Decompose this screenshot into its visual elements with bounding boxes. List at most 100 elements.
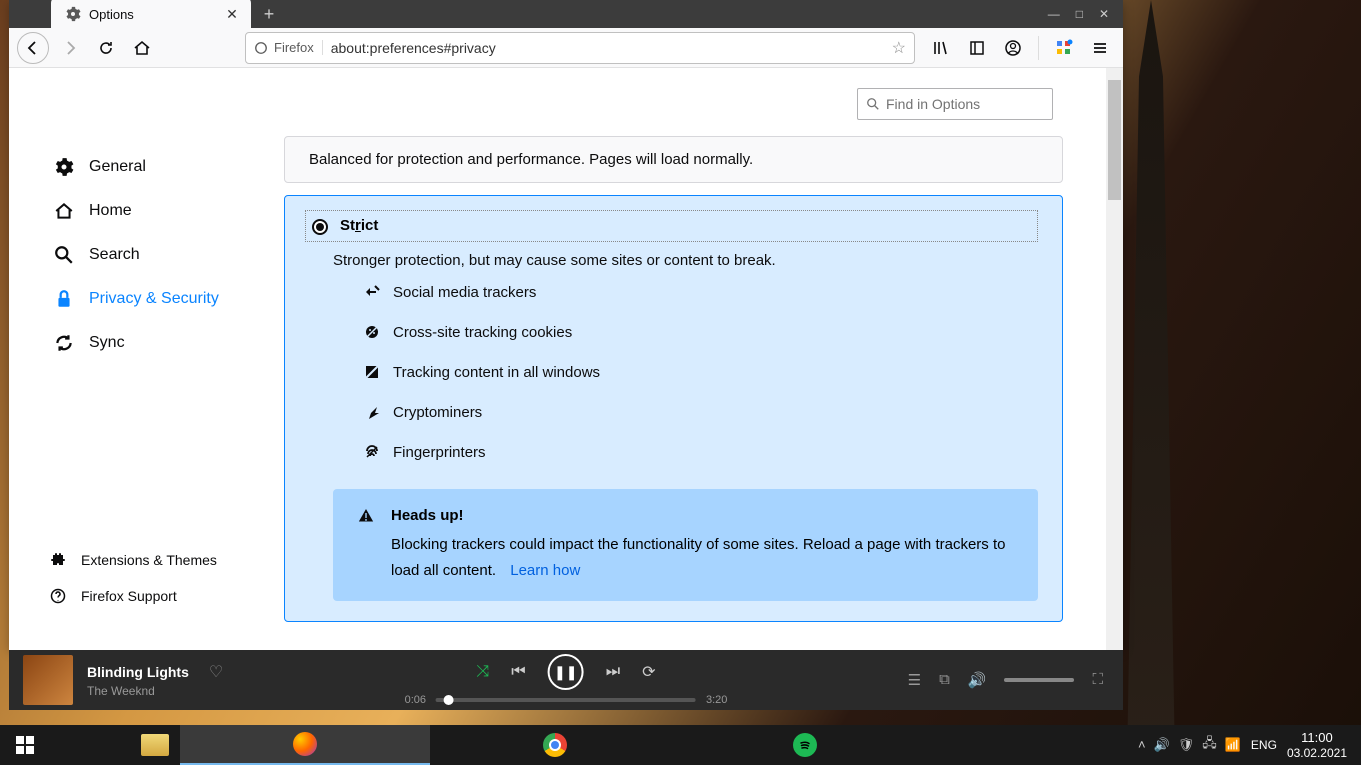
window-controls: — □ ✕ bbox=[1048, 7, 1119, 21]
learn-how-link[interactable]: Learn how bbox=[510, 562, 580, 579]
sync-icon bbox=[53, 332, 75, 354]
identity-label: Firefox bbox=[274, 40, 314, 55]
account-button[interactable] bbox=[998, 33, 1028, 63]
sidebar-button[interactable] bbox=[962, 33, 992, 63]
headsup-title: Heads up! bbox=[391, 507, 1014, 524]
taskbar-firefox[interactable] bbox=[180, 725, 430, 765]
warning-icon bbox=[357, 507, 377, 583]
identity-box[interactable]: Firefox bbox=[254, 40, 323, 55]
menu-button[interactable] bbox=[1085, 33, 1115, 63]
heart-icon[interactable]: ♡ bbox=[209, 662, 223, 682]
extension-button[interactable] bbox=[1049, 33, 1079, 63]
sidebar-label: Home bbox=[89, 202, 132, 220]
browser-tab[interactable]: Options ✕ bbox=[51, 0, 251, 31]
windows-taskbar: ˄ 🔊 🛡 🖧 📶 ENG 11:00 03.02.2021 bbox=[0, 725, 1361, 765]
tab-title: Options bbox=[89, 7, 215, 22]
queue-icon[interactable]: ☰ bbox=[908, 671, 921, 689]
media-player-bar: Blinding Lights ♡ The Weeknd ⤨ ⏮ ❚❚ ⏭ ⟳ … bbox=[9, 650, 1123, 710]
close-icon[interactable]: ✕ bbox=[1099, 7, 1109, 21]
volume-slider[interactable] bbox=[1004, 678, 1074, 682]
sidebar-label: Privacy & Security bbox=[89, 290, 219, 308]
search-icon bbox=[53, 244, 75, 266]
progress-track[interactable] bbox=[436, 698, 696, 702]
forward-button[interactable] bbox=[55, 33, 85, 63]
find-in-options[interactable]: Find in Options bbox=[857, 88, 1053, 120]
sidebar-item-general[interactable]: General bbox=[49, 148, 274, 186]
tray-wifi-icon[interactable]: 📶 bbox=[1225, 737, 1241, 753]
home-button[interactable] bbox=[127, 33, 157, 63]
gear-icon bbox=[65, 6, 81, 22]
radio-selected-icon[interactable] bbox=[312, 219, 328, 235]
firefox-support-link[interactable]: Firefox Support bbox=[49, 582, 274, 610]
content-scrollbar[interactable] bbox=[1106, 68, 1123, 650]
bookmark-star-icon[interactable]: ☆ bbox=[892, 38, 906, 58]
start-button[interactable] bbox=[0, 725, 50, 765]
sidebar-label: Sync bbox=[89, 334, 125, 352]
url-input[interactable] bbox=[331, 40, 884, 56]
next-track-icon[interactable]: ⏭ bbox=[606, 663, 620, 681]
list-item-crypto: Cryptominers bbox=[363, 403, 1038, 421]
tray-language[interactable]: ENG bbox=[1251, 738, 1277, 752]
fingerprint-icon bbox=[363, 443, 381, 461]
shuffle-icon[interactable]: ⤨ bbox=[476, 663, 489, 681]
headsup-notice: Heads up! Blocking trackers could impact… bbox=[333, 489, 1038, 601]
sidebar-label: Search bbox=[89, 246, 140, 264]
taskbar-file-explorer[interactable] bbox=[130, 725, 180, 765]
headsup-text: Blocking trackers could impact the funct… bbox=[391, 532, 1014, 583]
library-button[interactable] bbox=[926, 33, 956, 63]
extensions-themes-link[interactable]: Extensions & Themes bbox=[49, 546, 274, 574]
footer-label: Extensions & Themes bbox=[81, 552, 217, 568]
list-item-cookies: Cross-site tracking cookies bbox=[363, 323, 1038, 341]
cryptominer-icon bbox=[363, 403, 381, 421]
tab-close-icon[interactable]: ✕ bbox=[223, 5, 241, 23]
repeat-icon[interactable]: ⟳ bbox=[642, 662, 655, 682]
cookie-icon bbox=[363, 323, 381, 341]
window-titlebar[interactable]: Options ✕ + — □ ✕ bbox=[9, 0, 1123, 28]
gear-icon bbox=[53, 156, 75, 178]
album-art[interactable] bbox=[23, 655, 73, 705]
scrollbar-thumb[interactable] bbox=[1108, 80, 1121, 200]
puzzle-icon bbox=[49, 552, 67, 568]
strict-protection-card[interactable]: Strict Stronger protection, but may caus… bbox=[284, 195, 1063, 622]
back-button[interactable] bbox=[17, 32, 49, 64]
address-bar[interactable]: Firefox ☆ bbox=[245, 32, 915, 64]
browser-toolbar: Firefox ☆ bbox=[9, 28, 1123, 68]
sidebar-item-sync[interactable]: Sync bbox=[49, 324, 274, 362]
tray-chevron-icon[interactable]: ˄ bbox=[1138, 737, 1146, 752]
sidebar-item-search[interactable]: Search bbox=[49, 236, 274, 274]
sidebar-item-privacy[interactable]: Privacy & Security bbox=[49, 280, 274, 318]
devices-icon[interactable]: ⧉ bbox=[939, 671, 950, 689]
minimize-icon[interactable]: — bbox=[1048, 7, 1060, 21]
social-tracker-icon bbox=[363, 283, 381, 301]
firefox-window: Options ✕ + — □ ✕ Firefox ☆ bbox=[9, 0, 1123, 650]
help-icon bbox=[49, 588, 67, 604]
tray-network-icon[interactable]: 🖧 bbox=[1202, 734, 1217, 756]
taskbar-spotify[interactable] bbox=[680, 725, 930, 765]
play-pause-button[interactable]: ❚❚ bbox=[548, 654, 584, 690]
maximize-icon[interactable]: □ bbox=[1076, 7, 1083, 21]
sidebar-item-home[interactable]: Home bbox=[49, 192, 274, 230]
taskbar-chrome[interactable] bbox=[430, 725, 680, 765]
strict-title: Strict bbox=[340, 217, 378, 234]
track-artist[interactable]: The Weeknd bbox=[87, 684, 223, 698]
tray-clock[interactable]: 11:00 03.02.2021 bbox=[1287, 730, 1347, 760]
list-item-tracking: Tracking content in all windows bbox=[363, 363, 1038, 381]
previous-track-icon[interactable]: ⏮ bbox=[511, 663, 525, 681]
tray-security-icon[interactable]: 🛡 bbox=[1178, 737, 1195, 753]
standard-protection-card[interactable]: Balanced for protection and performance.… bbox=[284, 136, 1063, 183]
standard-description: Balanced for protection and performance.… bbox=[309, 151, 753, 168]
media-controls: ⤨ ⏮ ❚❚ ⏭ ⟳ 0:06 3:20 bbox=[405, 654, 728, 706]
fullscreen-icon[interactable]: ⛶ bbox=[1092, 671, 1103, 689]
tracking-content-icon bbox=[363, 363, 381, 381]
system-tray: ˄ 🔊 🛡 🖧 📶 ENG 11:00 03.02.2021 bbox=[1138, 730, 1361, 760]
preferences-main: Balanced for protection and performance.… bbox=[274, 68, 1123, 650]
volume-icon[interactable]: 🔊 bbox=[968, 671, 987, 689]
reload-button[interactable] bbox=[91, 33, 121, 63]
home-icon bbox=[53, 200, 75, 222]
tray-volume-icon[interactable]: 🔊 bbox=[1154, 737, 1170, 753]
preferences-sidebar: General Home Search Privacy & Security S… bbox=[9, 68, 274, 362]
track-title[interactable]: Blinding Lights bbox=[87, 664, 189, 680]
strict-radio-row[interactable]: Strict bbox=[305, 210, 1038, 242]
new-tab-button[interactable]: + bbox=[255, 0, 283, 28]
search-placeholder: Find in Options bbox=[886, 96, 980, 112]
